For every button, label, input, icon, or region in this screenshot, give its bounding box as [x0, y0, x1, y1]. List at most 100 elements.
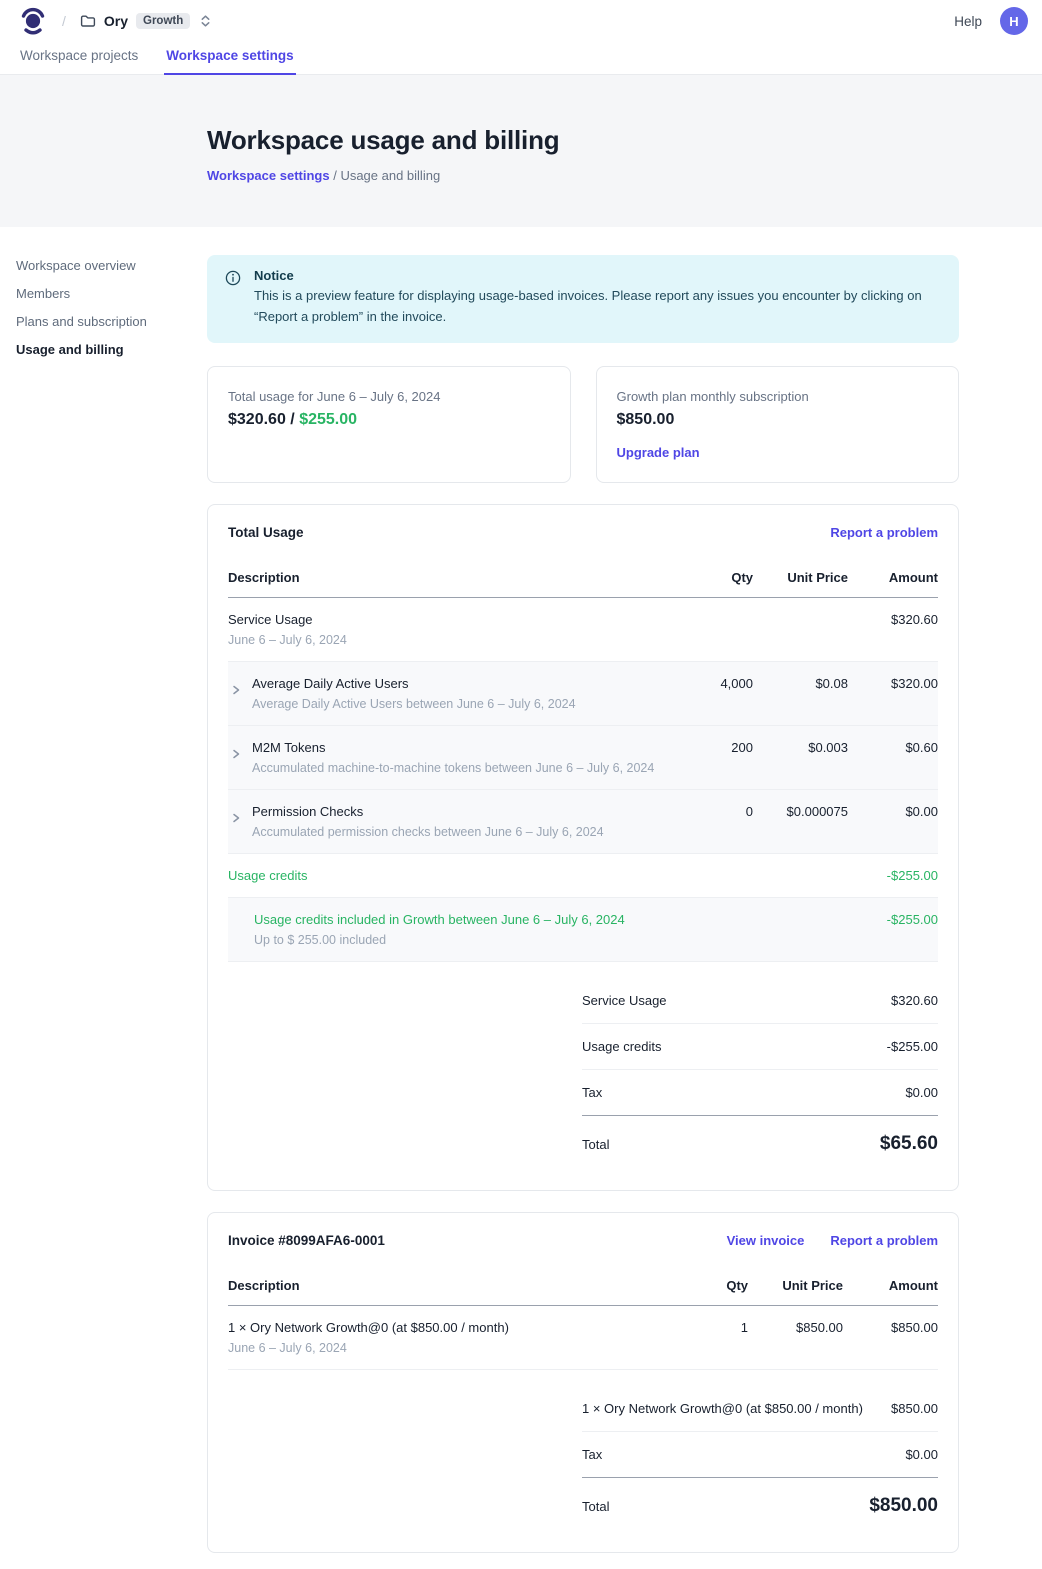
row-subtitle: Accumulated machine-to-machine tokens be… — [252, 761, 654, 775]
row-unit-price: $0.003 — [753, 740, 848, 775]
sidebar-item-usage-and-billing[interactable]: Usage and billing — [16, 342, 191, 357]
col-unit-price: Unit Price — [753, 570, 848, 585]
row-subtitle: Up to $ 255.00 included — [254, 933, 625, 947]
table-row[interactable]: M2M Tokens Accumulated machine-to-machin… — [228, 726, 938, 790]
notice-banner: Notice This is a preview feature for dis… — [207, 255, 959, 343]
total-usage-panel: Total Usage Report a problem Description… — [207, 504, 959, 1191]
table-header: Description Qty Unit Price Amount — [228, 1272, 938, 1306]
row-title: Usage credits included in Growth between… — [254, 912, 625, 927]
summary-total-row: Total $65.60 — [582, 1116, 938, 1170]
sidebar-item-plans-and-subscription[interactable]: Plans and subscription — [16, 314, 191, 329]
chevron-right-icon[interactable] — [230, 812, 242, 824]
content: Workspace overview Members Plans and sub… — [0, 227, 1042, 1569]
col-amount: Amount — [843, 1278, 938, 1293]
notice-title: Notice — [254, 268, 941, 283]
settings-sidenav: Workspace overview Members Plans and sub… — [16, 258, 191, 370]
invoice-panel: Invoice #8099AFA6-0001 View invoice Repo… — [207, 1212, 959, 1553]
row-qty: 200 — [678, 740, 753, 775]
help-link[interactable]: Help — [954, 14, 982, 29]
row-qty: 1 — [678, 1320, 748, 1355]
col-description: Description — [228, 1278, 678, 1293]
summary-row: Service Usage $320.60 — [582, 978, 938, 1024]
row-unit-price: $850.00 — [748, 1320, 843, 1355]
col-qty: Qty — [678, 570, 753, 585]
row-amount: $320.60 — [848, 612, 938, 647]
invoice-summary: 1 × Ory Network Growth@0 (at $850.00 / m… — [582, 1386, 938, 1532]
summary-total-row: Total $850.00 — [582, 1478, 938, 1532]
col-description: Description — [228, 570, 678, 585]
sidebar-item-members[interactable]: Members — [16, 286, 191, 301]
top-bar: / Ory Growth Help H — [0, 0, 1042, 42]
row-amount: $0.00 — [848, 804, 938, 839]
table-row: Usage credits included in Growth between… — [228, 898, 938, 962]
row-title: Permission Checks — [252, 804, 604, 819]
notice-body: This is a preview feature for displaying… — [254, 286, 941, 328]
workspace-switcher[interactable]: Ory Growth — [80, 13, 211, 29]
usage-summary: Service Usage $320.60 Usage credits -$25… — [582, 978, 938, 1170]
row-title: Usage credits — [228, 868, 678, 883]
chevron-right-icon[interactable] — [230, 748, 242, 760]
main-column: Notice This is a preview feature for dis… — [207, 255, 959, 1553]
tab-workspace-projects[interactable]: Workspace projects — [18, 42, 140, 75]
row-amount: $850.00 — [843, 1320, 938, 1355]
row-unit-price: $0.000075 — [753, 804, 848, 839]
breadcrumb-link-workspace-settings[interactable]: Workspace settings — [207, 168, 330, 183]
panel-title: Total Usage — [228, 525, 304, 540]
chevron-up-down-icon — [200, 14, 211, 28]
page-title: Workspace usage and billing — [207, 125, 1002, 156]
tab-workspace-settings[interactable]: Workspace settings — [164, 42, 295, 75]
subscription-card: Growth plan monthly subscription $850.00… — [596, 366, 960, 483]
tab-bar: Workspace projects Workspace settings — [0, 42, 1042, 75]
row-subtitle: Accumulated permission checks between Ju… — [252, 825, 604, 839]
row-title: Average Daily Active Users — [252, 676, 576, 691]
row-unit-price: $0.08 — [753, 676, 848, 711]
info-icon — [225, 270, 241, 328]
summary-row: Usage credits -$255.00 — [582, 1024, 938, 1070]
summary-row: Tax $0.00 — [582, 1432, 938, 1478]
plan-badge: Growth — [136, 13, 190, 29]
row-amount: -$255.00 — [848, 868, 938, 883]
subscription-label: Growth plan monthly subscription — [617, 389, 939, 404]
folder-icon — [80, 13, 96, 29]
table-row[interactable]: Average Daily Active Users Average Daily… — [228, 662, 938, 726]
table-row: Usage credits -$255.00 — [228, 854, 938, 898]
row-amount: $320.00 — [848, 676, 938, 711]
total-usage-label: Total usage for June 6 – July 6, 2024 — [228, 389, 550, 404]
row-qty: 4,000 — [678, 676, 753, 711]
col-amount: Amount — [848, 570, 938, 585]
row-title: M2M Tokens — [252, 740, 654, 755]
total-usage-card: Total usage for June 6 – July 6, 2024 $3… — [207, 366, 571, 483]
breadcrumb-separator: / — [330, 168, 341, 183]
summary-cards: Total usage for June 6 – July 6, 2024 $3… — [207, 366, 959, 483]
row-title: 1 × Ory Network Growth@0 (at $850.00 / m… — [228, 1320, 678, 1335]
report-a-problem-link[interactable]: Report a problem — [830, 525, 938, 540]
summary-row: 1 × Ory Network Growth@0 (at $850.00 / m… — [582, 1386, 938, 1432]
upgrade-plan-link[interactable]: Upgrade plan — [617, 445, 939, 460]
summary-row: Tax $0.00 — [582, 1070, 938, 1116]
row-subtitle: June 6 – July 6, 2024 — [228, 1341, 678, 1355]
ory-logo[interactable] — [20, 6, 46, 36]
avatar[interactable]: H — [1000, 7, 1028, 35]
breadcrumb-separator: / — [62, 13, 66, 29]
subscription-amount: $850.00 — [617, 411, 939, 429]
col-qty: Qty — [678, 1278, 748, 1293]
chevron-right-icon[interactable] — [230, 684, 242, 696]
row-amount: -$255.00 — [848, 912, 938, 947]
page-header: Workspace usage and billing Workspace se… — [0, 75, 1042, 227]
total-usage-value: $320.60 / $255.00 — [228, 411, 550, 429]
col-unit-price: Unit Price — [748, 1278, 843, 1293]
topbar-right: Help H — [954, 7, 1028, 35]
row-subtitle: Average Daily Active Users between June … — [252, 697, 576, 711]
usage-credit-value: $255.00 — [299, 411, 357, 428]
table-row[interactable]: Permission Checks Accumulated permission… — [228, 790, 938, 854]
row-subtitle: June 6 – July 6, 2024 — [228, 633, 678, 647]
sidebar-item-workspace-overview[interactable]: Workspace overview — [16, 258, 191, 273]
report-a-problem-link[interactable]: Report a problem — [830, 1233, 938, 1248]
view-invoice-link[interactable]: View invoice — [727, 1233, 805, 1248]
row-qty: 0 — [678, 804, 753, 839]
breadcrumb: Workspace settings / Usage and billing — [207, 168, 1002, 183]
total-amount: $65.60 — [880, 1133, 938, 1155]
workspace-name: Ory — [104, 13, 128, 29]
invoice-title: Invoice #8099AFA6-0001 — [228, 1233, 385, 1248]
row-title: Service Usage — [228, 612, 678, 627]
